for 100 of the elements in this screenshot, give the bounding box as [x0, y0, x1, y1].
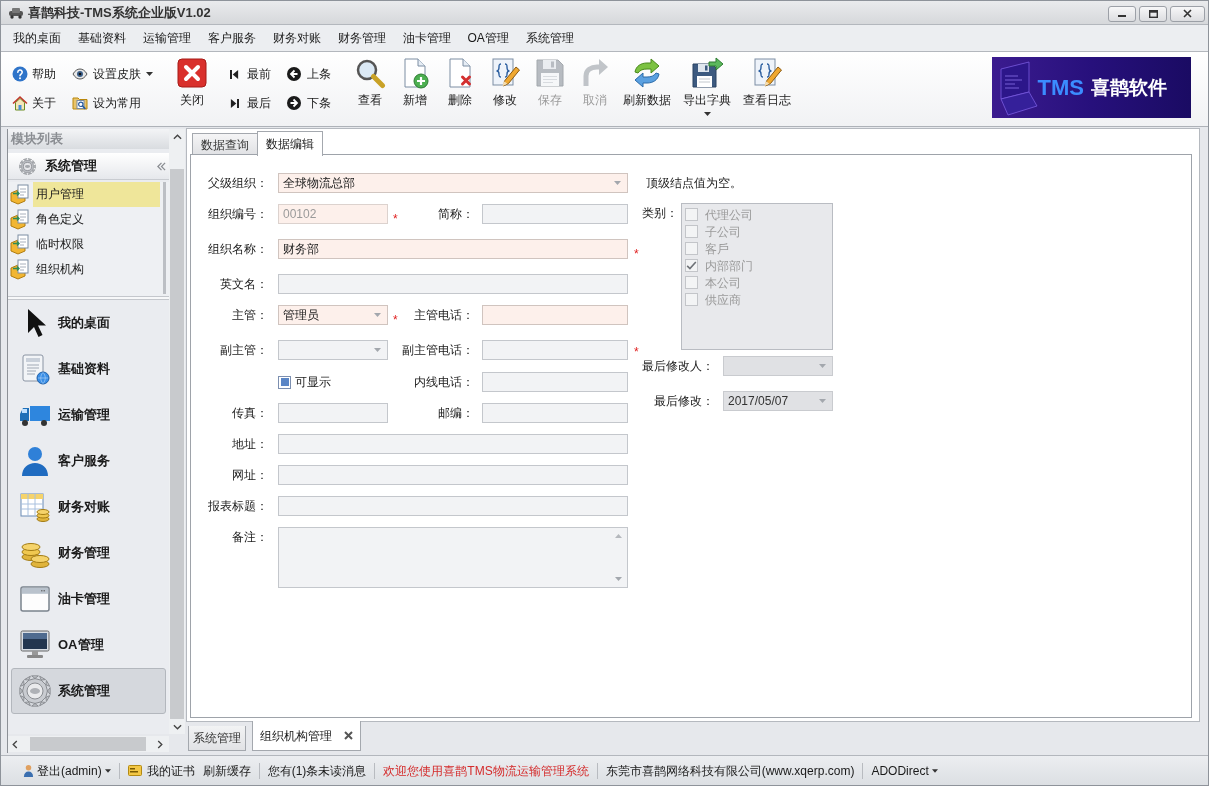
input-field[interactable]	[278, 434, 628, 454]
checkbox-label: 子公司	[705, 223, 741, 241]
toolbar-button[interactable]: 设置皮肤	[72, 64, 153, 84]
spreadsheet-coins-icon	[19, 491, 51, 523]
toolbar-button[interactable]: 下条	[287, 93, 331, 113]
document-globe-icon	[19, 353, 51, 385]
checkbox[interactable]	[278, 375, 291, 389]
input-field[interactable]	[482, 372, 628, 392]
menu-item[interactable]: 油卡管理	[394, 28, 459, 48]
dropdown-field[interactable]: 管理员	[278, 305, 388, 325]
required-mark: *	[634, 247, 639, 261]
nav-button[interactable]: 运输管理	[11, 392, 166, 438]
toolbar-button[interactable]: 最后	[230, 93, 271, 113]
scrollbar-thumb[interactable]	[163, 182, 166, 294]
menu-item[interactable]: 财务管理	[329, 28, 394, 48]
floppy-export-icon	[691, 57, 723, 89]
field-label: 英文名：	[219, 276, 268, 293]
toolbar-button[interactable]: 上条	[287, 64, 331, 84]
required-mark: *	[634, 345, 639, 359]
dropdown-arrow-icon	[374, 313, 381, 317]
nav-button[interactable]: 客户服务	[11, 438, 166, 484]
field-label: 网址：	[231, 467, 268, 484]
menu-item[interactable]: 运输管理	[134, 28, 199, 48]
caret-icon	[104, 768, 111, 773]
scrollbar-thumb[interactable]	[170, 169, 184, 719]
maximize-button[interactable]	[1139, 5, 1167, 22]
toolbar-button[interactable]: 查看	[347, 52, 392, 108]
nav-button[interactable]: 油卡管理	[11, 576, 166, 622]
menu-item[interactable]: 客户服务	[199, 28, 264, 48]
close-button[interactable]	[1170, 5, 1205, 22]
list-item[interactable]: 角色定义	[33, 207, 160, 232]
menu-item[interactable]: 系统管理	[517, 28, 583, 48]
status-item[interactable]: 我的证书	[123, 760, 199, 781]
window-title: 喜鹊科技-TMS系统企业版V1.02	[28, 3, 211, 22]
nav-button[interactable]: OA管理	[11, 622, 166, 668]
menu-item[interactable]: 基础资料	[69, 28, 134, 48]
text-area[interactable]	[278, 527, 628, 588]
input-field[interactable]	[278, 465, 628, 485]
tab[interactable]: 数据编辑	[257, 131, 323, 156]
toolbar-button[interactable]: 帮助	[12, 64, 56, 84]
input-field[interactable]	[482, 305, 628, 325]
folder-document-icon	[10, 184, 30, 205]
toolbar-button[interactable]: 导出字典	[677, 52, 737, 116]
dropdown-field[interactable]: 全球物流总部	[278, 173, 628, 193]
checkbox-label: 本公司	[705, 274, 741, 292]
toolbar-button[interactable]: 最前	[230, 64, 271, 84]
list-item[interactable]: 临时权限	[33, 232, 160, 257]
list-item[interactable]: 组织机构	[33, 257, 160, 282]
input-field[interactable]	[278, 403, 388, 423]
nav-button[interactable]: 我的桌面	[11, 300, 166, 346]
scrollbar[interactable]	[8, 736, 169, 752]
input-field[interactable]	[482, 204, 628, 224]
document-tab[interactable]: 组织机构管理	[252, 721, 361, 751]
input-field[interactable]	[278, 274, 628, 294]
toolbar-button[interactable]: 关于	[12, 93, 56, 113]
nav-button[interactable]: 基础资料	[11, 346, 166, 392]
nav-button[interactable]: 财务管理	[11, 530, 166, 576]
field-label: 最后修改：	[653, 393, 714, 410]
toolbar-button[interactable]: 设为常用	[72, 93, 153, 113]
minimize-button[interactable]	[1108, 5, 1136, 22]
tab[interactable]: 数据查询	[192, 133, 258, 155]
toolbar-button[interactable]: 新增	[392, 52, 437, 108]
checkbox-label: 供应商	[705, 291, 741, 309]
status-item[interactable]: ADODirect	[867, 760, 942, 781]
input-field[interactable]	[482, 340, 628, 360]
toolbar-button[interactable]: 删除	[437, 52, 482, 108]
status-item[interactable]: 欢迎您使用喜鹊TMS物流运输管理系统	[379, 760, 593, 781]
toolbar-button[interactable]: 刷新数据	[617, 52, 677, 108]
list-item[interactable]: 用户管理	[33, 182, 160, 207]
dropdown-field[interactable]	[278, 340, 388, 360]
scrollbar[interactable]	[169, 129, 185, 734]
scrollbar-thumb[interactable]	[30, 737, 146, 751]
status-item[interactable]: 刷新缓存	[198, 760, 255, 781]
status-item[interactable]: 登出(admin)	[19, 760, 115, 781]
folder-document-icon	[10, 209, 30, 230]
refresh-icon	[631, 57, 663, 89]
status-item[interactable]: 您有(1)条未读消息	[263, 760, 371, 781]
brand-name: 喜鹊软件	[1091, 75, 1167, 100]
document-tab[interactable]: 系统管理	[188, 726, 246, 751]
input-field[interactable]	[278, 496, 628, 516]
input-field[interactable]: 财务部	[278, 239, 628, 259]
filled-square-icon	[280, 378, 289, 386]
section-header[interactable]: 系统管理	[8, 153, 169, 180]
nav-button[interactable]: 财务对账	[11, 484, 166, 530]
hint-text: 顶级结点值为空。	[646, 175, 743, 192]
status-item[interactable]: 东莞市喜鹊网络科技有限公司(www.xqerp.com)	[601, 760, 859, 781]
menu-item[interactable]: 我的桌面	[4, 28, 69, 48]
field-label: 副主管：	[219, 342, 268, 359]
toolbar-button[interactable]: 关闭	[169, 52, 214, 108]
nav-button[interactable]: 系统管理	[11, 668, 166, 714]
menu-item[interactable]: 财务对账	[264, 28, 329, 48]
checkmark-icon	[686, 260, 697, 271]
toolbar-button[interactable]: 修改	[482, 52, 527, 108]
window-icon	[19, 583, 51, 615]
toolbar-button[interactable]: 查看日志	[737, 52, 797, 108]
menu-item[interactable]: OA管理	[459, 28, 518, 48]
card-icon	[127, 765, 142, 776]
input-field[interactable]	[482, 403, 628, 423]
field-label: 副主管电话：	[401, 342, 474, 359]
required-mark: *	[393, 212, 398, 226]
